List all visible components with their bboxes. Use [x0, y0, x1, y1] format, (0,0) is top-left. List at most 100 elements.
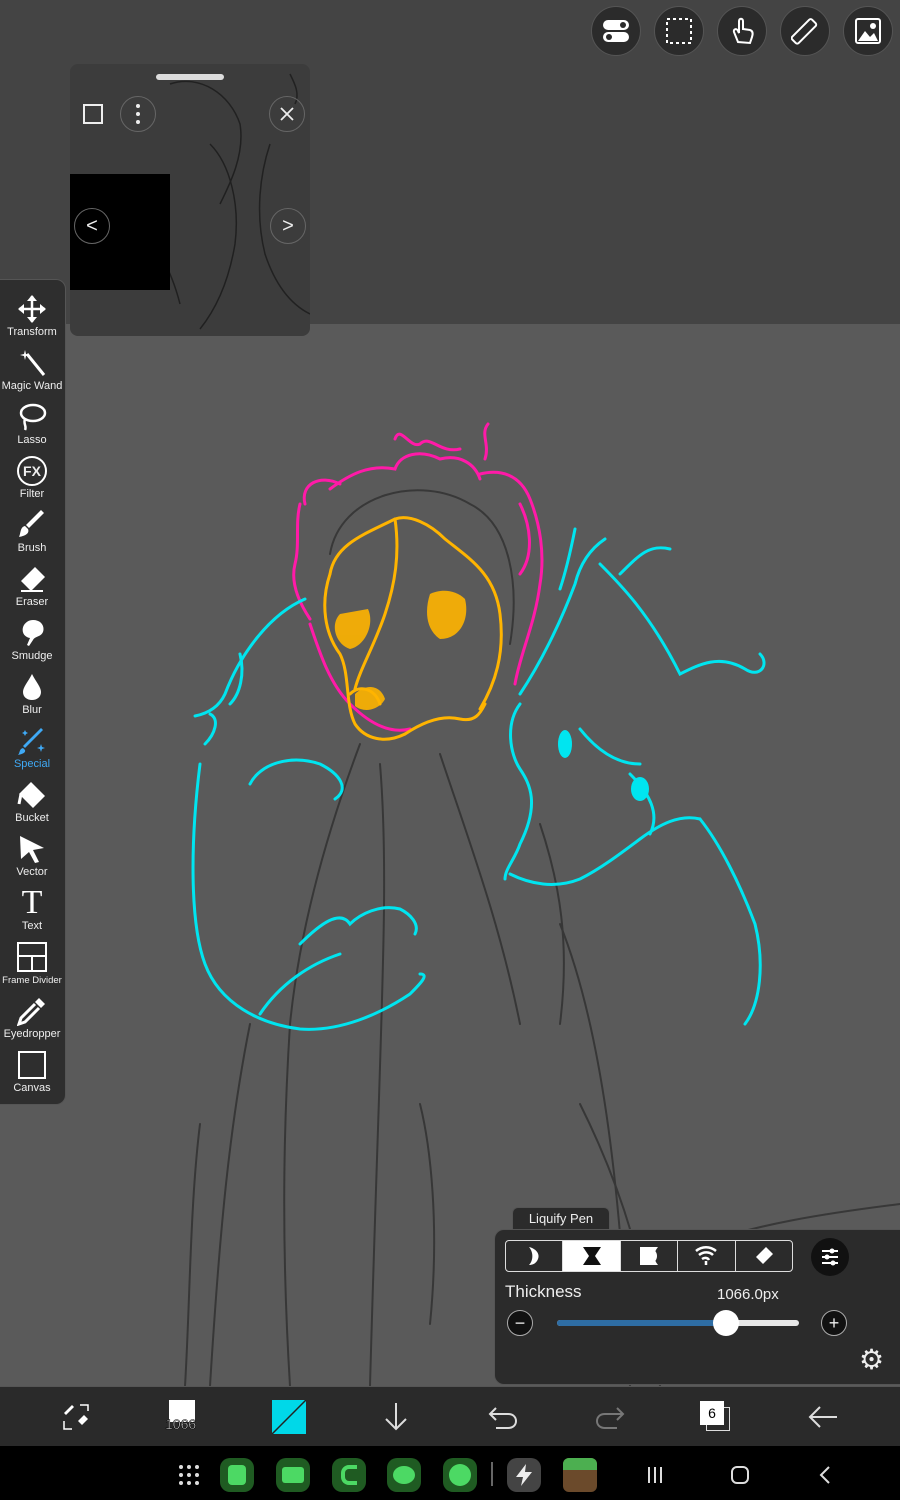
back-button[interactable]	[793, 1387, 853, 1447]
tool-transform[interactable]: Transform	[0, 288, 64, 342]
tool-frame-divider[interactable]: Frame Divider	[0, 936, 64, 990]
touch-icon	[732, 17, 754, 45]
close-icon	[280, 107, 294, 121]
recent-apps-icon	[648, 1467, 662, 1483]
ruler-icon	[791, 18, 818, 45]
navigator-close-button[interactable]	[269, 96, 305, 132]
toggle-button[interactable]	[591, 6, 641, 56]
layers-button[interactable]: 6	[686, 1387, 746, 1447]
tool-special[interactable]: Special	[0, 720, 64, 774]
pinch-icon	[582, 1247, 601, 1265]
tool-label: Smudge	[11, 650, 53, 662]
navigator-prev-button[interactable]: <	[74, 208, 110, 244]
navigator-next-button[interactable]: >	[270, 208, 306, 244]
redo-button[interactable]	[580, 1387, 640, 1447]
notes-app-icon[interactable]	[220, 1458, 254, 1492]
files-app-icon[interactable]	[276, 1458, 310, 1492]
brush-size-button[interactable]: 1066	[153, 1387, 213, 1447]
brush-eraser-swap-button[interactable]	[46, 1387, 106, 1447]
text-icon: T	[21, 884, 43, 921]
twirl-icon	[695, 1246, 718, 1265]
thickness-increase-button[interactable]: +	[821, 1310, 847, 1336]
reference-image-icon	[855, 18, 881, 44]
navigator-fullscreen-button[interactable]	[75, 96, 111, 132]
minecraft-app-icon[interactable]	[563, 1458, 597, 1492]
thickness-slider[interactable]	[557, 1320, 799, 1326]
liquify-mode-pinch[interactable]	[563, 1241, 621, 1271]
touch-button[interactable]	[717, 6, 767, 56]
tool-bucket[interactable]: Bucket	[0, 774, 64, 828]
color-slash-icon	[272, 1400, 306, 1434]
system-navigation-bar	[0, 1446, 900, 1500]
notes-glyph	[228, 1465, 246, 1485]
ibis-paint-app-icon[interactable]	[507, 1458, 541, 1492]
tool-label: Lasso	[17, 434, 47, 446]
bucket-icon	[17, 782, 45, 808]
tool-filter[interactable]: FX Filter	[0, 450, 64, 504]
liquify-mode-expand[interactable]	[621, 1241, 679, 1271]
folder-glyph	[282, 1467, 304, 1483]
tool-eraser[interactable]: Eraser	[0, 558, 64, 612]
thickness-slider-handle[interactable]	[713, 1310, 740, 1336]
ruler-button[interactable]	[780, 6, 830, 56]
color-picker-button[interactable]	[259, 1387, 319, 1447]
vector-icon	[20, 836, 44, 863]
chevron-left-icon: <	[86, 214, 98, 237]
liquify-mode-twirl[interactable]	[678, 1241, 736, 1271]
blur-icon	[23, 674, 41, 700]
app-drawer-button[interactable]	[172, 1458, 206, 1492]
navigator-panel[interactable]: < >	[70, 64, 310, 336]
tool-canvas[interactable]: Canvas	[0, 1044, 64, 1098]
tool-brush[interactable]: Brush	[0, 504, 64, 558]
brush-icon	[19, 510, 44, 537]
drawing-canvas[interactable]	[0, 324, 900, 1386]
tool-smudge[interactable]: Smudge	[0, 612, 64, 666]
home-icon	[731, 1466, 749, 1484]
recent-apps-button[interactable]	[638, 1458, 672, 1492]
swap-tool-icon	[63, 1404, 89, 1430]
tool-label: Special	[13, 758, 51, 770]
tool-eyedropper[interactable]: Eyedropper	[0, 990, 64, 1044]
undo-button[interactable]	[473, 1387, 533, 1447]
tool-label: Bucket	[15, 812, 49, 824]
eraser-icon	[755, 1247, 773, 1264]
reference-image-button[interactable]	[843, 6, 893, 56]
plus-icon: +	[828, 1313, 840, 1333]
dock-divider	[491, 1462, 493, 1486]
navigator-drag-handle[interactable]	[156, 74, 224, 80]
tool-blur[interactable]: Blur	[0, 666, 64, 720]
chevron-right-icon: >	[282, 214, 294, 237]
phone-glyph	[341, 1465, 357, 1485]
push-icon	[529, 1247, 539, 1265]
gear-icon[interactable]: ⚙	[859, 1346, 884, 1374]
canvas-icon	[18, 1051, 46, 1079]
system-back-button[interactable]	[808, 1458, 842, 1492]
selection-icon	[666, 18, 692, 44]
thickness-slider-fill	[557, 1320, 727, 1326]
selection-button[interactable]	[654, 6, 704, 56]
layer-merge-down-button[interactable]	[366, 1387, 426, 1447]
arrow-left-icon	[808, 1406, 837, 1428]
sliders-icon	[822, 1248, 838, 1266]
liquify-mode-push[interactable]	[506, 1241, 564, 1271]
home-button[interactable]	[723, 1458, 757, 1492]
tool-text[interactable]: T Text	[0, 882, 64, 936]
thickness-value: 1066.0px	[717, 1286, 779, 1303]
brush-size-value: 1066	[165, 1416, 197, 1433]
transform-icon	[18, 295, 46, 323]
minus-icon: −	[514, 1313, 526, 1333]
messages-app-icon[interactable]	[387, 1458, 421, 1492]
lightning-icon	[516, 1464, 532, 1486]
phone-app-icon[interactable]	[332, 1458, 366, 1492]
redo-icon	[595, 1407, 625, 1429]
brush-settings-button[interactable]	[811, 1238, 849, 1276]
special-icon	[18, 728, 45, 755]
tool-label: Text	[21, 920, 43, 932]
thickness-decrease-button[interactable]: −	[507, 1310, 533, 1336]
tool-vector[interactable]: Vector	[0, 828, 64, 882]
liquify-mode-eraser[interactable]	[736, 1241, 792, 1271]
planet-app-icon[interactable]	[443, 1458, 477, 1492]
tool-lasso[interactable]: Lasso	[0, 396, 64, 450]
tool-magic-wand[interactable]: Magic Wand	[0, 342, 64, 396]
navigator-menu-button[interactable]	[120, 96, 156, 132]
